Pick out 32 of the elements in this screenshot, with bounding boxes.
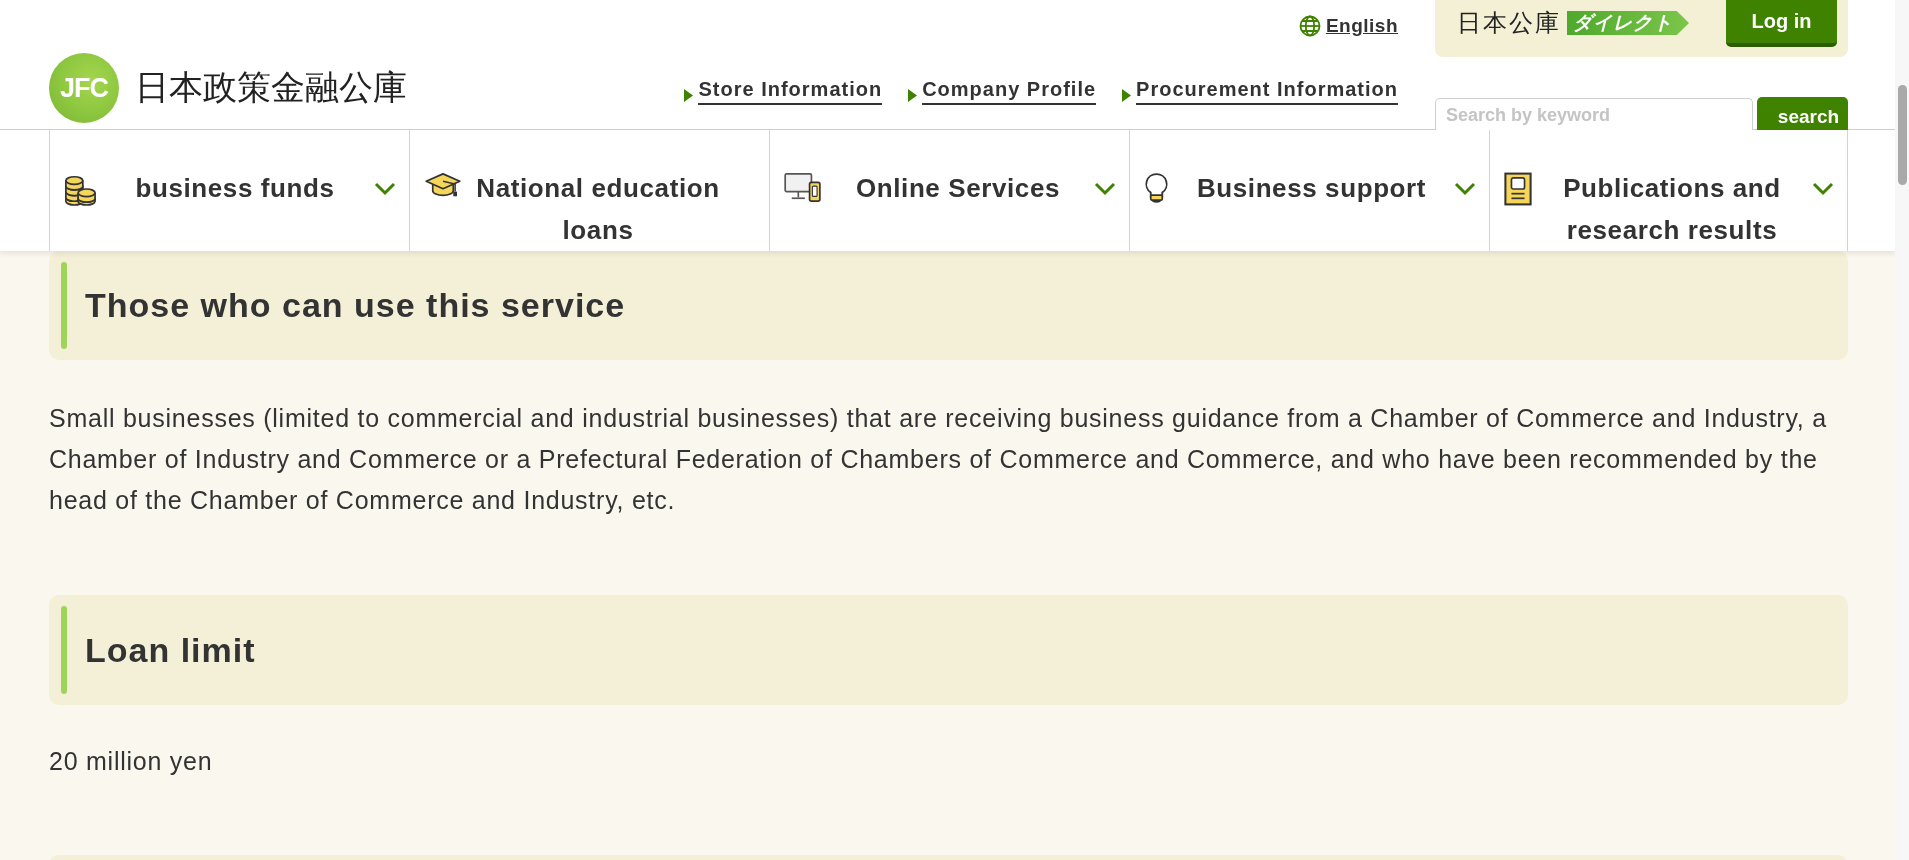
language-link[interactable]: English	[1325, 15, 1398, 37]
section-text: 20 million yen	[49, 746, 214, 777]
search-button[interactable]: search	[1757, 97, 1848, 130]
section-text: Small businesses (limited to commercial and industrial businesses) that are receiving business guidance from a Chamber of Commerce and Industry, a Chamber of Industry and Commerce or a Prefectural Federation of Chambers of Commerce and Commerce, and who have been recommended by the head of the Chamber of Commerce and Industry, etc.	[49, 403, 1828, 516]
login-button[interactable]: Log in	[1726, 0, 1837, 47]
triangle-bullet-icon	[684, 89, 694, 102]
chevron-down-icon	[1454, 182, 1476, 196]
utility-link[interactable]: Company Profile	[922, 78, 1097, 105]
service-tag: ダイレクト	[1567, 11, 1689, 35]
section-heading: Those who can use this service	[85, 286, 626, 325]
nav-menu-item[interactable]: National education loans	[409, 130, 769, 251]
triangle-bullet-icon	[1122, 89, 1132, 102]
light-bulb-icon	[1144, 172, 1169, 205]
scrollbar-thumb[interactable]	[1897, 85, 1907, 185]
globe-icon	[1298, 15, 1321, 37]
chevron-down-icon	[374, 182, 396, 196]
utility-link[interactable]: Procurement Information	[1136, 78, 1398, 105]
nav-menu-item[interactable]: Publications and research results	[1489, 130, 1848, 251]
nav-menu-item[interactable]: Business support	[1129, 130, 1489, 251]
service-name: 日本公庫	[1457, 9, 1561, 37]
nav-menu-item[interactable]: business funds	[49, 130, 409, 251]
document-icon	[1504, 172, 1532, 206]
nav-menu-item[interactable]: Online Services	[769, 130, 1129, 251]
logo-name[interactable]: 日本政策金融公庫	[135, 65, 407, 111]
triangle-bullet-icon	[908, 89, 918, 102]
chevron-down-icon	[1094, 182, 1116, 196]
scrollbar-track[interactable]	[1895, 0, 1909, 860]
search-field[interactable]: Search by keyword	[1435, 98, 1753, 130]
monitor-and-phone-icon	[784, 172, 822, 202]
section-heading: Loan limit	[85, 630, 256, 670]
utility-link[interactable]: Store Information	[698, 78, 883, 105]
chevron-down-icon	[1812, 182, 1834, 196]
